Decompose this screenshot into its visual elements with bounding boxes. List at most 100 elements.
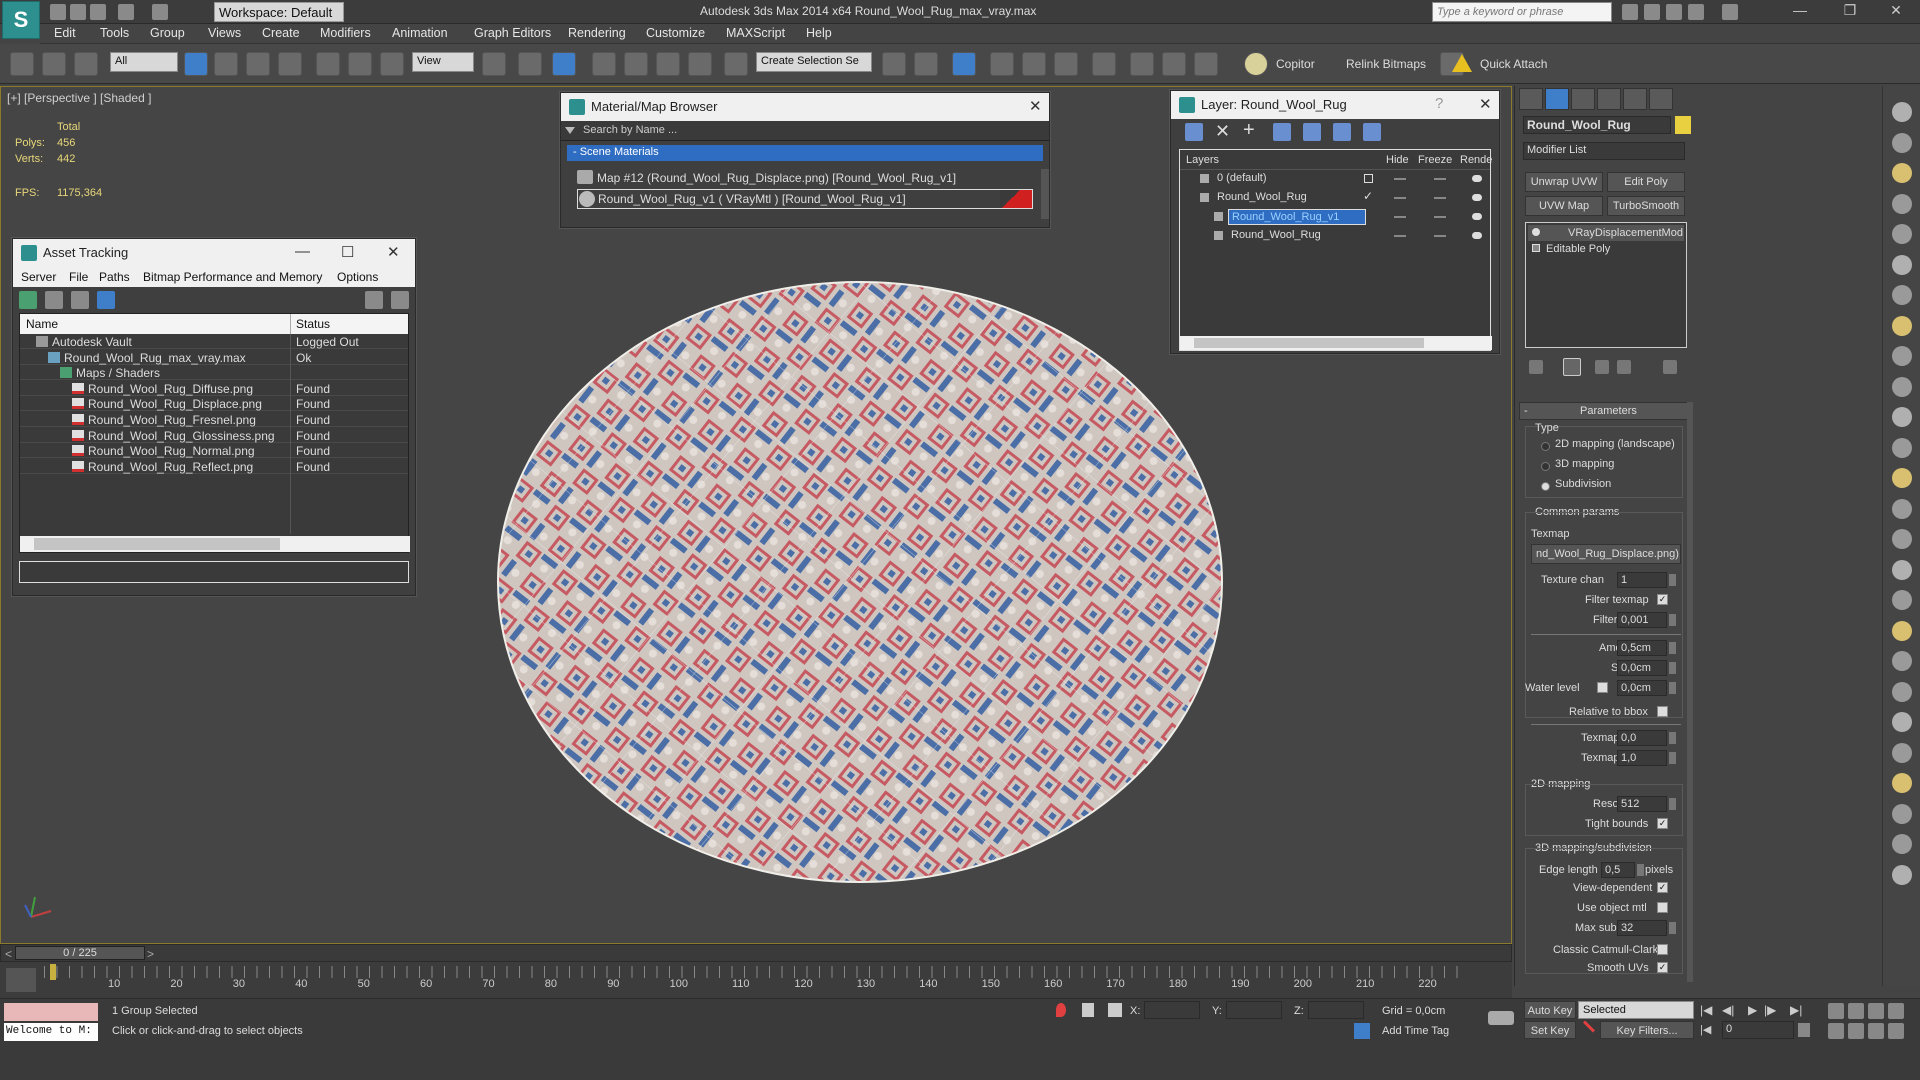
particles-icon[interactable] (1892, 559, 1912, 580)
hide-toggle[interactable] (1394, 235, 1406, 237)
menu-tools[interactable]: Tools (100, 26, 129, 40)
play-icon[interactable]: ▶ (1748, 1003, 1757, 1017)
keyword-search-input[interactable]: Type a keyword or phrase (1432, 2, 1612, 22)
material-ball-icon[interactable] (1892, 773, 1912, 793)
rectangular-region-icon[interactable] (246, 52, 270, 76)
asset-close-button[interactable]: ✕ (387, 243, 400, 261)
spinner-icon[interactable] (1669, 682, 1676, 694)
teapot-icon[interactable] (1892, 102, 1912, 122)
time-slider-prev-icon[interactable]: < (5, 947, 12, 961)
camera-icon[interactable] (1892, 254, 1912, 275)
render-icon[interactable] (1892, 803, 1912, 824)
texture-chan-field[interactable]: 1 (1617, 572, 1667, 588)
modifier-list-dropdown[interactable]: Modifier List (1523, 142, 1685, 160)
spinner-icon[interactable] (1669, 798, 1676, 810)
col-layers-header[interactable]: Layers (1186, 154, 1219, 166)
time-marker[interactable] (50, 964, 56, 980)
zoom-all-icon[interactable] (1848, 1003, 1864, 1019)
select-object-icon[interactable] (184, 52, 208, 76)
key-icon[interactable] (1488, 1011, 1514, 1025)
round-wool-rug-object[interactable] (495, 279, 1225, 885)
percent-snap-icon[interactable] (656, 52, 680, 76)
cone-icon[interactable] (1892, 437, 1912, 458)
restore-window-button[interactable]: ❐ (1830, 2, 1870, 22)
selection-lock-icon[interactable] (1082, 1003, 1094, 1017)
help-icon[interactable] (1722, 4, 1738, 20)
col-status-header[interactable]: Status (296, 317, 330, 331)
zoom-icon[interactable] (1828, 1003, 1844, 1019)
go-to-start-icon[interactable]: |◀ (1700, 1003, 1712, 1017)
asset-row[interactable]: Round_Wool_Rug_Glossiness.png Found (20, 428, 408, 443)
menu-animation[interactable]: Animation (392, 26, 448, 40)
texmap-button[interactable]: nd_Wool_Rug_Displace.png) (1531, 544, 1681, 564)
favorites-star-icon[interactable] (1688, 4, 1704, 20)
zoom-extents-icon[interactable] (1868, 1003, 1884, 1019)
select-and-link-icon[interactable] (10, 52, 34, 76)
asset-tracking-titlebar[interactable]: Asset Tracking — ☐ ✕ (13, 239, 415, 267)
pyramid-icon[interactable] (1892, 468, 1912, 488)
key-filters-button[interactable]: Key Filters... (1600, 1021, 1694, 1039)
torus-icon[interactable] (1892, 407, 1912, 427)
asset-row[interactable]: Round_Wool_Rug_Normal.png Found (20, 443, 408, 459)
maxscript-welcome[interactable]: Welcome to M: (4, 1023, 98, 1041)
layer-row[interactable]: Round_Wool_Rug_v1 (1180, 208, 1492, 226)
spinner-icon[interactable] (1669, 574, 1676, 586)
save-file-icon[interactable] (90, 4, 106, 20)
pan-view-icon[interactable] (1848, 1023, 1864, 1039)
make-unique-icon[interactable] (1595, 360, 1609, 374)
object-color-swatch[interactable] (1675, 116, 1691, 134)
open-file-icon[interactable] (70, 4, 86, 20)
menu-modifiers[interactable]: Modifiers (320, 26, 371, 40)
z-coord-field[interactable] (1308, 1001, 1364, 1019)
texmap-max-field[interactable]: 1,0 (1617, 750, 1667, 766)
material-browser-titlebar[interactable]: Material/Map Browser ✕ (561, 93, 1049, 121)
stack-expand-icon[interactable] (1532, 244, 1540, 252)
layer-hscrollbar[interactable] (1180, 336, 1492, 350)
pivot-center-icon[interactable] (482, 52, 506, 76)
menu-rendering[interactable]: Rendering (568, 26, 626, 40)
quick-attach-label[interactable]: Quick Attach (1480, 57, 1547, 71)
layer-help-button[interactable]: ? (1435, 95, 1443, 112)
key-mode-dropdown[interactable]: Selected (1578, 1001, 1694, 1019)
zoom-extents-all-icon[interactable] (1888, 1003, 1904, 1019)
resolution-field[interactable]: 512 (1617, 796, 1667, 812)
absolute-mode-icon[interactable] (1108, 1003, 1122, 1017)
isolate-selection-icon[interactable] (1056, 1003, 1066, 1017)
layer-row[interactable]: Round_Wool_Rug ✓ (1180, 189, 1492, 207)
binoculars-icon[interactable] (1622, 4, 1638, 20)
water-level-checkbox[interactable] (1597, 682, 1608, 693)
stack-item-editable-poly[interactable]: Editable Poly (1528, 241, 1684, 257)
menu-help[interactable]: Help (806, 26, 832, 40)
filter-blur-field[interactable]: 0,001 (1617, 612, 1667, 628)
select-in-layer-icon[interactable] (1273, 123, 1291, 141)
asset-menu-options[interactable]: Options (337, 270, 378, 284)
sphere-icon[interactable] (1892, 376, 1912, 397)
type-radio-1[interactable] (1541, 462, 1550, 471)
freeze-toggle[interactable] (1434, 235, 1446, 237)
remove-modifier-icon[interactable] (1617, 360, 1631, 374)
current-frame-field[interactable]: 0 (1722, 1021, 1794, 1039)
asset-menu-server[interactable]: Server (21, 270, 56, 284)
asset-row[interactable]: Round_Wool_Rug_Fresnel.png Found (20, 412, 408, 427)
hide-toggle[interactable] (1394, 197, 1406, 199)
asset-row[interactable]: Round_Wool_Rug_Diffuse.png Found (20, 381, 408, 396)
material-item-displace-map[interactable]: Map #12 (Round_Wool_Rug_Displace.png) [R… (577, 169, 1033, 189)
layer-window-titlebar[interactable]: Layer: Round_Wool_Rug ? ✕ (1171, 91, 1499, 119)
thumbnail-view-icon[interactable] (71, 291, 89, 309)
show-end-result-icon[interactable] (1563, 358, 1581, 376)
help-icon[interactable] (1892, 864, 1912, 885)
freeze-all-layers-icon[interactable] (1363, 123, 1381, 141)
key-mode-toggle-icon[interactable]: |◀ (1700, 1023, 1711, 1036)
menu-create[interactable]: Create (262, 26, 300, 40)
render-teapot-icon[interactable] (1472, 194, 1482, 201)
list-view-icon[interactable] (45, 291, 63, 309)
col-freeze-header[interactable]: Freeze (1418, 154, 1452, 166)
spinner-icon[interactable] (1669, 662, 1676, 674)
named-selection-set-dropdown[interactable]: Create Selection Se (756, 52, 872, 72)
asset-menu-paths[interactable]: Paths (99, 270, 130, 284)
menu-group[interactable]: Group (150, 26, 185, 40)
stack-light-bulb-icon[interactable] (1532, 228, 1540, 236)
asset-row[interactable]: Round_Wool_Rug_max_vray.max Ok (20, 350, 408, 365)
material-vscrollbar[interactable] (1041, 169, 1049, 219)
col-hide-header[interactable]: Hide (1386, 154, 1409, 166)
